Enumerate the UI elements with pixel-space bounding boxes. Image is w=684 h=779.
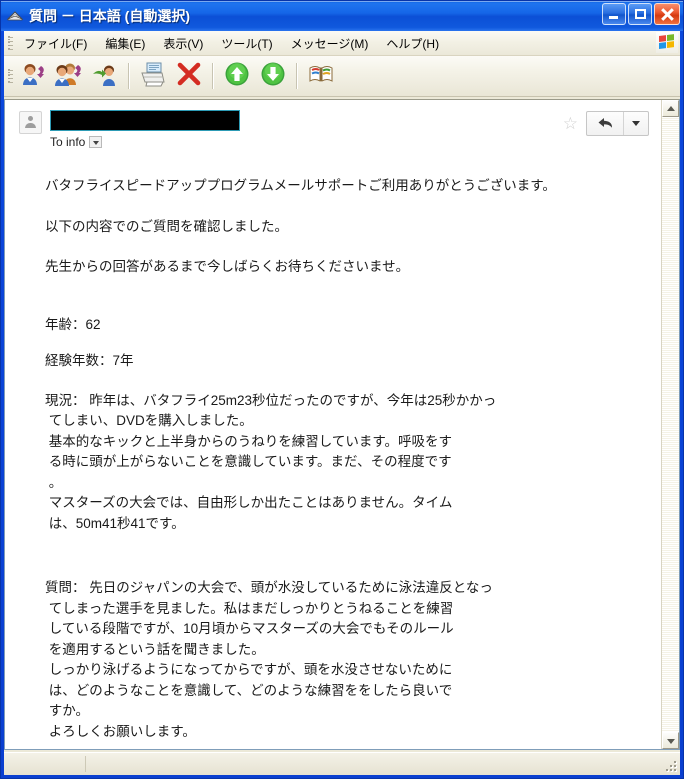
green-up-arrow-icon xyxy=(224,61,250,92)
print-button[interactable] xyxy=(135,59,171,93)
message-actions: ☆ xyxy=(563,111,649,136)
sender-area: To info xyxy=(50,110,563,149)
red-x-icon xyxy=(176,61,202,92)
menu-help[interactable]: ヘルプ(H) xyxy=(377,32,448,55)
scroll-down-button[interactable] xyxy=(662,732,679,749)
menu-bar: ファイル(F) 編集(E) 表示(V) ツール(T) メッセージ(M) ヘルプ(… xyxy=(4,31,680,56)
windows-logo-icon xyxy=(656,32,678,53)
forward-button[interactable] xyxy=(87,59,123,93)
resize-grip[interactable] xyxy=(666,761,678,773)
menu-drag-handle[interactable] xyxy=(6,34,13,52)
reply-arrow-icon[interactable] xyxy=(587,112,624,135)
maximize-button[interactable] xyxy=(628,3,652,25)
reply-options-chevron-down-icon[interactable] xyxy=(624,112,648,135)
close-button[interactable] xyxy=(654,3,680,25)
sender-address-redacted xyxy=(50,110,240,131)
status-text xyxy=(6,756,86,772)
forward-person-icon xyxy=(91,60,119,93)
next-button[interactable] xyxy=(255,59,291,93)
toolbar-drag-handle[interactable] xyxy=(6,67,13,85)
reading-pane: To info ☆ バタフライスピードアッププログラムメールサポートご利用ありが… xyxy=(4,99,680,750)
green-down-arrow-icon xyxy=(260,61,286,92)
reply-button[interactable] xyxy=(15,59,51,93)
window-controls xyxy=(602,3,680,25)
toolbar xyxy=(4,56,680,97)
reply-all-people-icon xyxy=(54,60,84,93)
minimize-button[interactable] xyxy=(602,3,626,25)
delete-button[interactable] xyxy=(171,59,207,93)
client-area: ファイル(F) 編集(E) 表示(V) ツール(T) メッセージ(M) ヘルプ(… xyxy=(4,31,680,775)
to-label: To info xyxy=(50,135,86,149)
message-body: バタフライスピードアッププログラムメールサポートご利用ありがとうございます。 以… xyxy=(5,153,661,749)
body-wait: 先生からの回答があるまで今しばらくお待ちくださいませ。 xyxy=(45,259,410,274)
vertical-scrollbar[interactable] xyxy=(661,100,679,749)
window-title: 質問 － 日本語 (自動選択) xyxy=(29,8,190,24)
reply-person-icon xyxy=(19,60,47,93)
body-confirm: 以下の内容でのご質問を確認しました。 xyxy=(45,218,288,234)
body-status-block: 現況： 昨年は、バタフライ25m23秒位だったのですが、今年は25秒かかっ てし… xyxy=(45,392,497,531)
menu-message[interactable]: メッセージ(M) xyxy=(282,32,378,55)
message-header: To info ☆ xyxy=(5,100,661,153)
envelope-icon xyxy=(6,7,24,25)
outlook-express-window: 質問 － 日本語 (自動選択) ファイル(F) 編集(E) 表示(V) ツール(… xyxy=(0,0,684,779)
reply-all-button[interactable] xyxy=(51,59,87,93)
recipient-line: To info xyxy=(50,135,563,149)
toolbar-separator xyxy=(128,63,130,89)
reply-button-group xyxy=(586,111,649,136)
title-bar[interactable]: 質問 － 日本語 (自動選択) xyxy=(1,1,683,31)
menu-edit[interactable]: 編集(E) xyxy=(96,32,154,55)
address-book-button[interactable] xyxy=(303,59,339,93)
menu-view[interactable]: 表示(V) xyxy=(154,32,212,55)
toolbar-separator xyxy=(296,63,298,89)
previous-button[interactable] xyxy=(219,59,255,93)
address-book-icon xyxy=(307,61,335,92)
star-outline-icon[interactable]: ☆ xyxy=(563,115,578,132)
body-age: 年齢：62 xyxy=(45,316,101,332)
person-avatar-icon xyxy=(19,111,42,134)
scroll-up-button[interactable] xyxy=(662,100,679,117)
printer-icon xyxy=(138,60,168,93)
status-bar xyxy=(4,752,680,775)
menu-file[interactable]: ファイル(F) xyxy=(15,32,96,55)
message-content: To info ☆ バタフライスピードアッププログラムメールサポートご利用ありが… xyxy=(5,100,661,749)
body-question-block: 質問： 先日のジャパンの大会で、頭が水没しているために泳法違反となっ てしまった… xyxy=(45,580,493,739)
menu-tools[interactable]: ツール(T) xyxy=(212,32,281,55)
body-experience: 経験年数：7年 xyxy=(45,353,134,368)
scrollbar-track[interactable] xyxy=(662,117,679,732)
recipient-details-chevron-down-icon[interactable] xyxy=(89,136,103,148)
body-greeting: バタフライスピードアッププログラムメールサポートご利用ありがとうございます。 xyxy=(45,178,556,193)
toolbar-separator xyxy=(212,63,214,89)
